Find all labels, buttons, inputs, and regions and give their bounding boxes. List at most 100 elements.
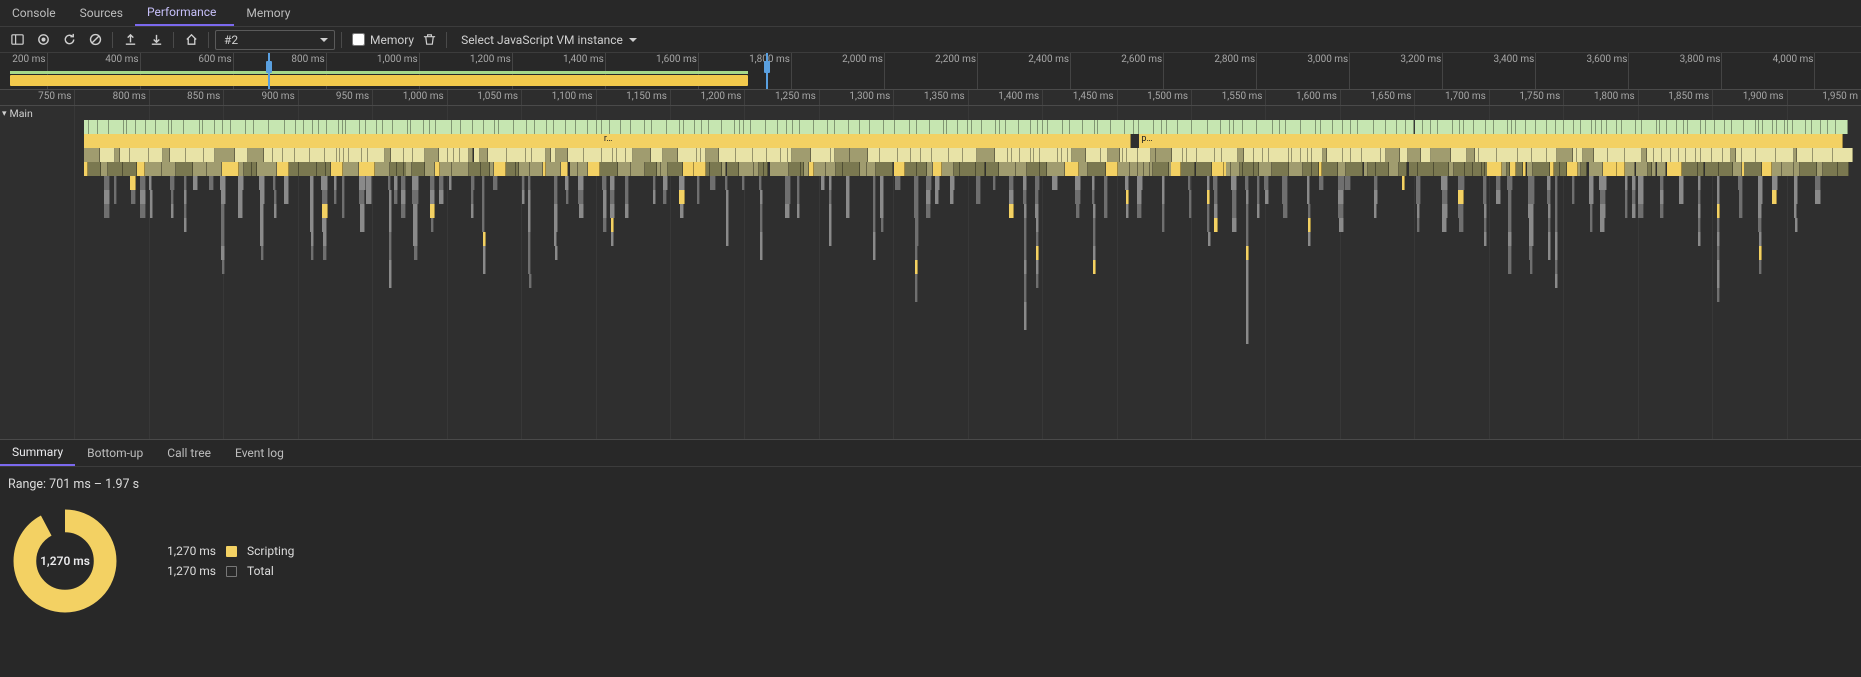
flame-bar[interactable] bbox=[1257, 176, 1260, 190]
flame-bar[interactable] bbox=[1464, 120, 1475, 134]
flame-bar[interactable] bbox=[1508, 246, 1511, 260]
flame-bar[interactable] bbox=[238, 190, 244, 204]
flame-bar[interactable] bbox=[1756, 148, 1777, 162]
flame-bar[interactable] bbox=[1264, 176, 1269, 190]
flame-bar[interactable] bbox=[1374, 120, 1387, 134]
flame-bar[interactable] bbox=[1547, 148, 1558, 162]
flame-bar[interactable] bbox=[1020, 148, 1031, 162]
flame-bar[interactable] bbox=[1555, 274, 1558, 288]
flame-bar[interactable] bbox=[1386, 148, 1400, 162]
flame-bar[interactable] bbox=[1442, 190, 1448, 204]
flame-bar[interactable] bbox=[1567, 162, 1578, 176]
flame-bar[interactable] bbox=[1106, 162, 1118, 176]
flame-bar[interactable] bbox=[1705, 162, 1720, 176]
flame-bar[interactable] bbox=[1048, 120, 1062, 134]
flame-bar[interactable] bbox=[535, 120, 547, 134]
flame-bar[interactable] bbox=[1581, 120, 1592, 134]
flame-bar[interactable] bbox=[1156, 148, 1172, 162]
flame-bar[interactable] bbox=[726, 190, 729, 204]
flame-bar[interactable] bbox=[1698, 232, 1701, 246]
flame-bar[interactable] bbox=[1479, 148, 1497, 162]
flame-bar[interactable] bbox=[284, 176, 290, 190]
flame-bar[interactable] bbox=[1473, 162, 1482, 176]
flame-bar[interactable] bbox=[584, 148, 602, 162]
flame-bar[interactable] bbox=[1671, 148, 1679, 162]
flame-bar[interactable] bbox=[1625, 148, 1642, 162]
flame-bar[interactable] bbox=[1415, 120, 1424, 134]
flame-bar[interactable] bbox=[880, 148, 898, 162]
flame-bar[interactable] bbox=[184, 120, 200, 134]
flame-bar[interactable] bbox=[1192, 120, 1208, 134]
flame-bar[interactable] bbox=[1590, 204, 1594, 218]
flame-bar[interactable] bbox=[1024, 260, 1027, 274]
flame-bar[interactable] bbox=[1024, 232, 1027, 246]
flame-bar[interactable] bbox=[389, 246, 392, 260]
flame-bar[interactable] bbox=[880, 204, 883, 218]
flame-bar[interactable] bbox=[935, 190, 940, 204]
flame-bar[interactable] bbox=[1072, 148, 1086, 162]
flame-bar[interactable] bbox=[1572, 176, 1575, 190]
flame-bar[interactable] bbox=[1286, 120, 1301, 134]
flame-bar[interactable] bbox=[136, 120, 146, 134]
flame-bar[interactable] bbox=[1679, 176, 1685, 190]
flame-bar[interactable] bbox=[778, 120, 788, 134]
flame-bar[interactable] bbox=[1717, 288, 1720, 302]
flame-bar[interactable] bbox=[921, 148, 932, 162]
reload-icon[interactable] bbox=[58, 29, 80, 51]
flame-bar[interactable] bbox=[1408, 148, 1421, 162]
flame-bar[interactable] bbox=[1529, 218, 1534, 232]
flame-bar[interactable] bbox=[264, 148, 273, 162]
flame-bar[interactable] bbox=[304, 120, 313, 134]
flame-bar[interactable] bbox=[499, 120, 514, 134]
flame-bar[interactable] bbox=[1223, 120, 1230, 134]
flame-bar[interactable] bbox=[140, 190, 146, 204]
flame-bar[interactable] bbox=[947, 120, 958, 134]
flame-bar[interactable] bbox=[1076, 204, 1081, 218]
flame-bar[interactable] bbox=[1197, 148, 1215, 162]
flame-bar[interactable] bbox=[1484, 232, 1487, 246]
flame-bar[interactable] bbox=[1782, 162, 1794, 176]
flame-bar[interactable] bbox=[430, 190, 435, 204]
flame-bar[interactable] bbox=[1246, 302, 1249, 316]
flame-bar[interactable] bbox=[792, 148, 811, 162]
flame-bar[interactable] bbox=[1319, 176, 1324, 190]
flame-bar[interactable] bbox=[1758, 204, 1762, 218]
flame-bar[interactable] bbox=[611, 232, 614, 246]
flame-bar[interactable] bbox=[1301, 148, 1309, 162]
flame-bar[interactable] bbox=[926, 190, 932, 204]
flame-bar[interactable] bbox=[835, 120, 849, 134]
flame-bar[interactable] bbox=[972, 120, 982, 134]
flame-bar[interactable] bbox=[1564, 120, 1574, 134]
flame-bar[interactable] bbox=[260, 232, 263, 246]
flame-bar[interactable] bbox=[473, 120, 484, 134]
flame-bar[interactable] bbox=[846, 190, 850, 204]
flame-bar[interactable] bbox=[1257, 120, 1273, 134]
flame-bar[interactable] bbox=[528, 260, 531, 274]
flame-bar[interactable] bbox=[1265, 190, 1269, 204]
flame-bar[interactable] bbox=[321, 176, 328, 190]
flame-bar[interactable] bbox=[1797, 148, 1813, 162]
flame-bar[interactable] bbox=[1467, 148, 1475, 162]
flame-bar[interactable] bbox=[631, 120, 645, 134]
flame-bar[interactable] bbox=[1496, 190, 1501, 204]
flame-bar[interactable] bbox=[1599, 176, 1606, 190]
flame-bar[interactable] bbox=[1833, 148, 1853, 162]
flame-bar[interactable] bbox=[1560, 162, 1567, 176]
flame-bar[interactable] bbox=[1625, 176, 1628, 190]
flame-bar[interactable] bbox=[323, 232, 327, 246]
flame-bar[interactable] bbox=[1555, 204, 1558, 218]
flame-bar[interactable] bbox=[1486, 120, 1494, 134]
flame-bar[interactable] bbox=[1625, 204, 1628, 218]
flame-bar[interactable] bbox=[867, 162, 876, 176]
flame-bar[interactable] bbox=[1758, 176, 1763, 190]
flame-bar[interactable] bbox=[829, 176, 833, 190]
flame-bar[interactable] bbox=[826, 162, 836, 176]
flame-bar[interactable] bbox=[1458, 190, 1464, 204]
flame-bar[interactable] bbox=[1207, 176, 1210, 190]
flame-bar[interactable] bbox=[1368, 162, 1376, 176]
flame-bar[interactable] bbox=[109, 120, 124, 134]
flame-bar[interactable] bbox=[625, 190, 628, 204]
flame-bar[interactable] bbox=[736, 148, 754, 162]
flame-bar[interactable] bbox=[618, 162, 631, 176]
flame-bar[interactable] bbox=[1036, 260, 1039, 274]
